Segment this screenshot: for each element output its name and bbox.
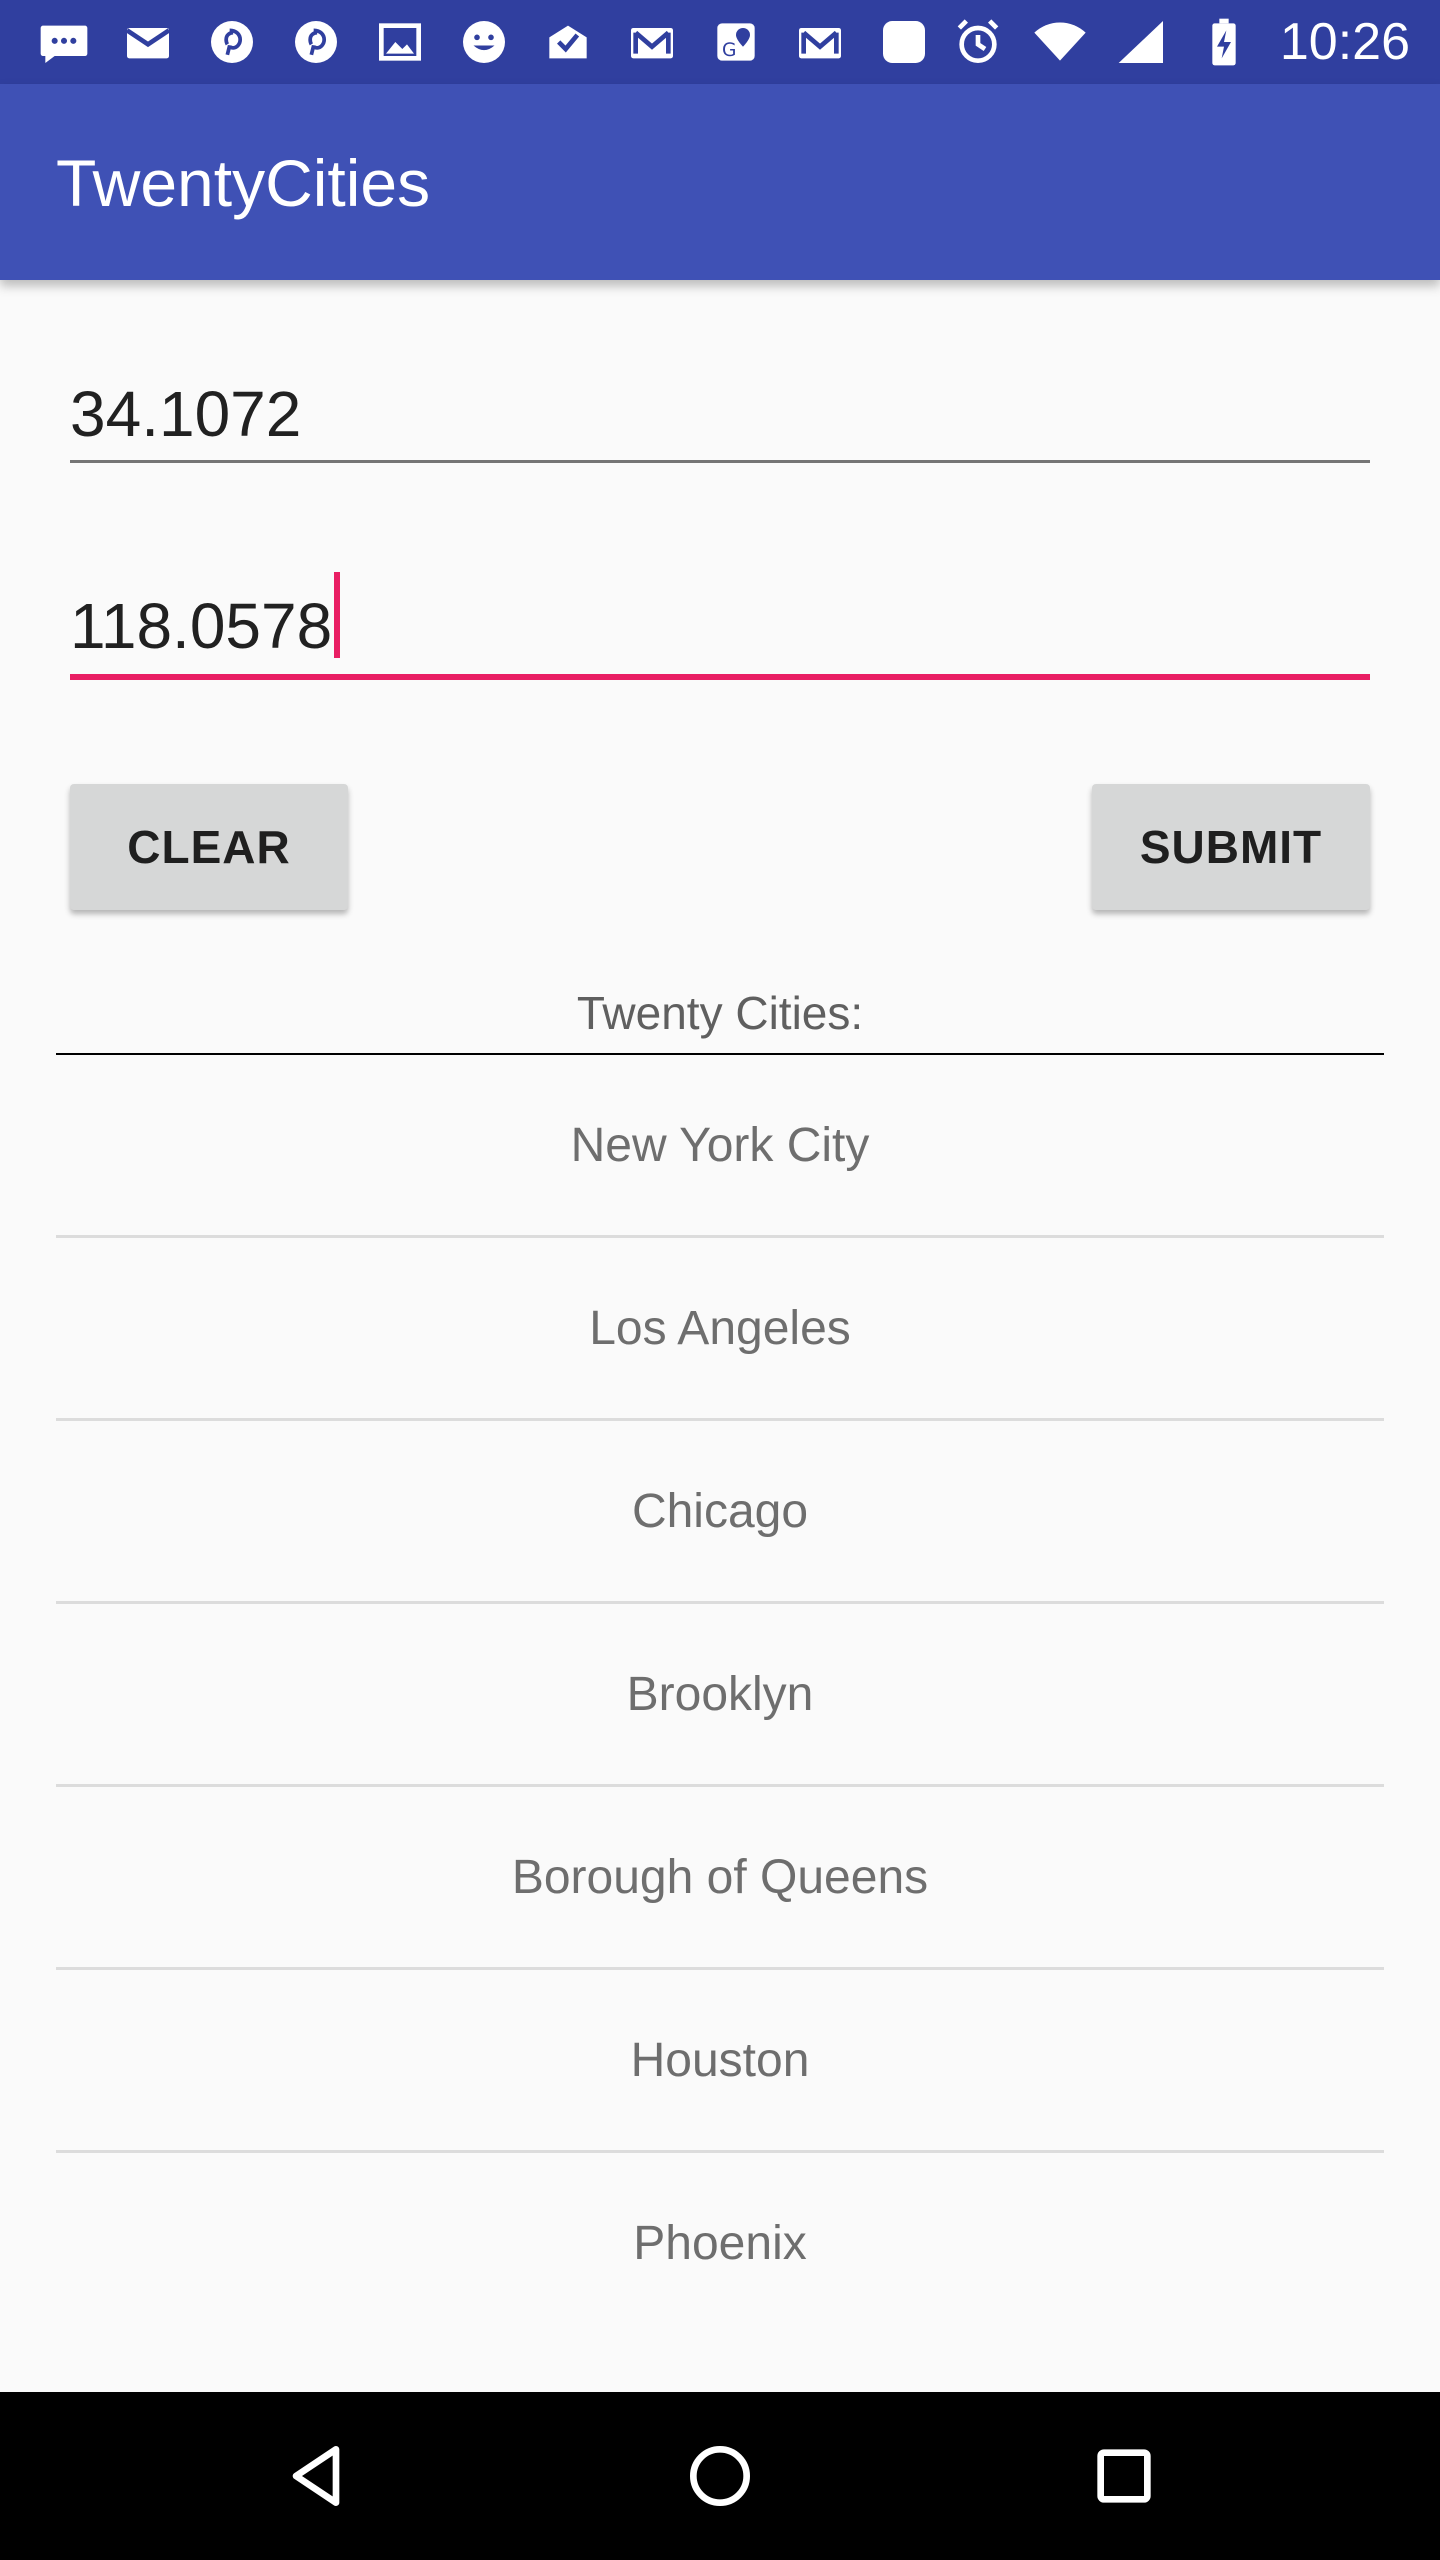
list-item[interactable]: Phoenix [56, 2153, 1384, 2333]
svg-text:G: G [722, 40, 736, 61]
clear-button[interactable]: CLEAR [70, 784, 348, 910]
wifi-icon [1028, 10, 1092, 74]
gmail-icon [620, 10, 684, 74]
alarm-icon [946, 10, 1010, 74]
system-icons: 10:26 [946, 10, 1410, 74]
gmail-icon [116, 10, 180, 74]
latitude-value: 34.1072 [70, 378, 302, 450]
mail-check-icon [536, 10, 600, 74]
chat-bubble-icon [32, 10, 96, 74]
pinterest-icon [284, 10, 348, 74]
app-icon [872, 10, 936, 74]
text-cursor [334, 572, 341, 658]
longitude-value: 118.0578 [70, 590, 333, 662]
status-bar: G 10:26 [0, 0, 1440, 84]
gmail-icon [788, 10, 852, 74]
list-item[interactable]: Brooklyn [56, 1604, 1384, 1787]
image-icon [368, 10, 432, 74]
list-item[interactable]: Borough of Queens [56, 1787, 1384, 1970]
app-title: TwentyCities [56, 146, 431, 220]
back-icon [292, 2446, 340, 2506]
city-list: New York City Los Angeles Chicago Brookl… [56, 1055, 1384, 2333]
list-item[interactable]: Chicago [56, 1421, 1384, 1604]
status-clock: 10:26 [1279, 13, 1410, 71]
latitude-field[interactable]: 34.1072 [70, 376, 1370, 466]
longitude-field[interactable]: 118.0578 [70, 572, 1370, 684]
navigation-bar [0, 2392, 1440, 2560]
battery-charging-icon [1192, 10, 1256, 74]
submit-button[interactable]: SUBMIT [1092, 784, 1370, 910]
home-icon [690, 2446, 750, 2506]
recents-icon [1097, 2449, 1151, 2503]
back-button[interactable] [196, 2392, 436, 2560]
home-button[interactable] [600, 2392, 840, 2560]
app-bar: TwentyCities [0, 84, 1440, 280]
longitude-value-row: 118.0578 [70, 572, 1370, 662]
signal-icon [1110, 10, 1174, 74]
emoji-icon [452, 10, 516, 74]
list-item[interactable]: Houston [56, 1970, 1384, 2153]
recents-button[interactable] [1004, 2392, 1244, 2560]
pinterest-icon [200, 10, 264, 74]
list-header: Twenty Cities: [576, 987, 864, 1039]
latitude-underline [70, 460, 1370, 463]
notification-icons: G [32, 10, 936, 74]
maps-icon: G [704, 10, 768, 74]
list-item[interactable]: New York City [56, 1055, 1384, 1238]
list-item[interactable]: Los Angeles [56, 1238, 1384, 1421]
longitude-underline [70, 674, 1370, 680]
